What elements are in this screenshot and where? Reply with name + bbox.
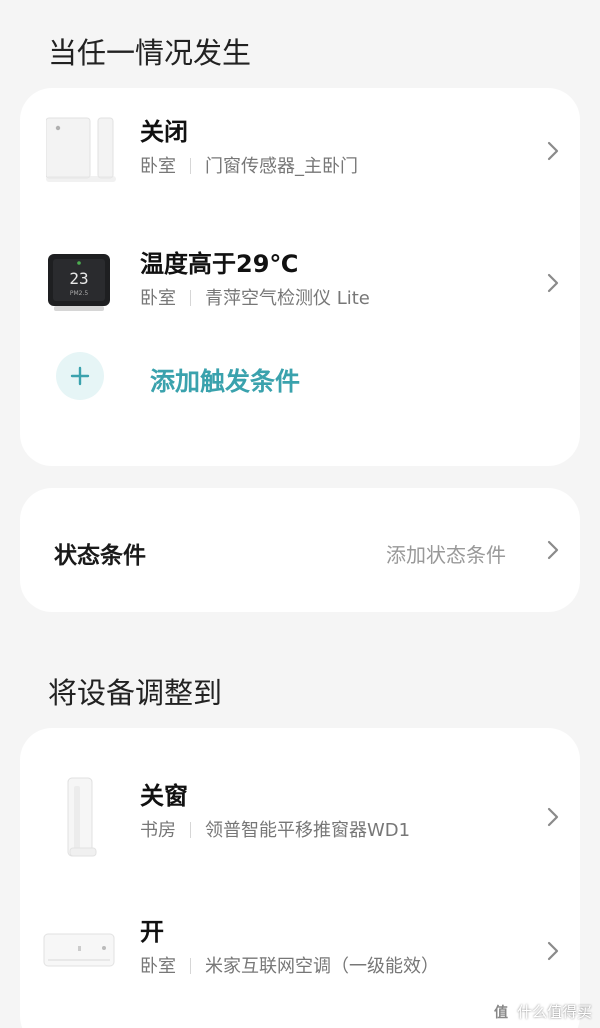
door-sensor-icon	[46, 117, 116, 182]
divider	[190, 158, 191, 174]
room-label: 卧室	[140, 288, 176, 309]
trigger-item-door-sensor[interactable]: 关闭 卧室 门窗传感器_主卧门	[20, 92, 580, 212]
add-trigger-button[interactable]	[56, 352, 104, 400]
device-label: 门窗传感器_主卧门	[205, 156, 358, 177]
trigger-section-title: 当任一情况发生	[48, 36, 252, 70]
air-monitor-reading: 23	[69, 269, 88, 288]
action-item-window-pusher[interactable]: 关窗 书房 领普智能平移推窗器WD1	[20, 756, 580, 876]
add-state-condition-link[interactable]: 添加状态条件	[386, 539, 506, 568]
device-label: 领普智能平移推窗器WD1	[205, 820, 411, 841]
action-item-air-conditioner[interactable]: 开 卧室 米家互联网空调（一级能效）	[20, 892, 580, 1012]
chevron-right-icon	[547, 273, 559, 293]
chevron-right-icon	[547, 807, 559, 827]
plus-icon	[70, 366, 90, 386]
state-condition-card[interactable]: 状态条件 添加状态条件	[20, 488, 580, 612]
air-monitor-unit: PM2.5	[70, 290, 89, 297]
watermark-text: 什么值得买	[516, 1003, 592, 1021]
automation-edit-page: 当任一情况发生 关闭 卧室 门窗传感器_主卧门 23 PM2.5 温度高于29℃…	[0, 0, 600, 1028]
device-label: 米家互联网空调（一级能效）	[205, 956, 439, 977]
chevron-right-icon	[547, 941, 559, 961]
trigger-item-title: 温度高于29℃	[140, 250, 299, 278]
action-card: 关窗 书房 领普智能平移推窗器WD1 开 卧室 米家互联网空调（一级能效）	[20, 728, 580, 1028]
air-monitor-icon: 23 PM2.5	[48, 254, 110, 311]
action-item-title: 关窗	[140, 782, 188, 810]
trigger-card: 关闭 卧室 门窗传感器_主卧门 23 PM2.5 温度高于29℃ 卧室 青萍空气检测…	[20, 88, 580, 466]
action-section-title: 将设备调整到	[48, 676, 223, 710]
chevron-right-icon	[547, 540, 559, 560]
device-label: 青萍空气检测仪 Lite	[205, 288, 370, 309]
divider	[190, 290, 191, 306]
watermark: 值 什么值得买	[490, 1001, 592, 1022]
trigger-item-air-monitor[interactable]: 23 PM2.5 温度高于29℃ 卧室 青萍空气检测仪 Lite	[20, 224, 580, 344]
window-pusher-icon	[67, 777, 97, 857]
trigger-item-subtitle: 卧室 门窗传感器_主卧门	[140, 152, 358, 178]
add-trigger-label[interactable]: 添加触发条件	[150, 362, 300, 398]
divider	[190, 958, 191, 974]
trigger-item-title: 关闭	[140, 118, 188, 146]
trigger-item-subtitle: 卧室 青萍空气检测仪 Lite	[140, 284, 370, 310]
room-label: 卧室	[140, 956, 176, 977]
air-conditioner-icon	[43, 933, 115, 967]
watermark-logo-icon: 值	[490, 1001, 511, 1022]
action-item-subtitle: 卧室 米家互联网空调（一级能效）	[140, 952, 439, 978]
room-label: 卧室	[140, 156, 176, 177]
action-item-subtitle: 书房 领普智能平移推窗器WD1	[140, 816, 410, 842]
chevron-right-icon	[547, 141, 559, 161]
state-condition-title: 状态条件	[54, 543, 146, 569]
room-label: 书房	[140, 820, 176, 841]
action-item-title: 开	[140, 918, 164, 946]
divider	[190, 822, 191, 838]
